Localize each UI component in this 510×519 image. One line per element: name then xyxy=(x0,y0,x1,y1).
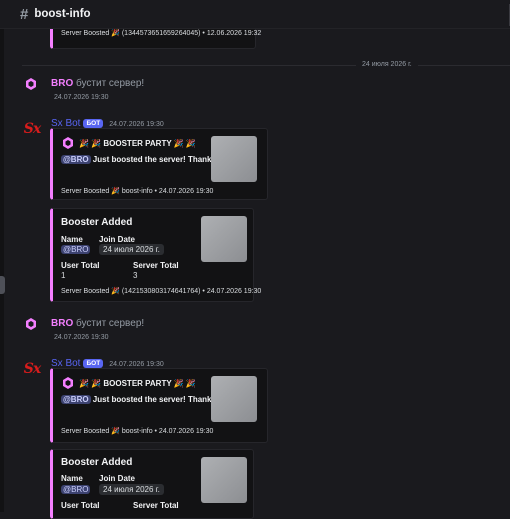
field-server-total-value: 3 xyxy=(133,271,138,280)
field-join-label: Join Date xyxy=(99,474,136,483)
bot-badge: БОТ xyxy=(83,359,104,368)
system-username[interactable]: BRO xyxy=(51,78,73,89)
embed-footer: Server Boosted 🎉 boost-info • 24.07.2026… xyxy=(61,428,214,435)
system-message: BRO бустит сервер! xyxy=(51,318,144,329)
system-username[interactable]: BRO xyxy=(51,318,73,329)
booster-party-embed: 🎉 🎉 BOOSTER PARTY 🎉 🎉 @BRO Just boosted … xyxy=(50,368,268,443)
field-name-value: @BRO xyxy=(61,485,91,494)
channel-name[interactable]: boost-info xyxy=(34,8,90,20)
booster-added-embed: Booster Added Name @BRO Join Date 24 июл… xyxy=(50,449,254,519)
sidebar-edge xyxy=(0,0,4,512)
date-divider-label: 24 июля 2026 г. xyxy=(362,61,412,68)
embed-footer: Server Boosted 🎉 (1344573651659264045) •… xyxy=(61,30,262,37)
date-chip: 24 июля 2026 г. xyxy=(99,244,164,255)
user-mention[interactable]: @BRO xyxy=(61,485,91,494)
date-chip: 24 июля 2026 г. xyxy=(99,484,164,495)
booster-party-embed: 🎉 🎉 BOOSTER PARTY 🎉 🎉 @BRO Just boosted … xyxy=(50,128,268,200)
booster-added-embed: Booster Added Name @BRO Join Date 24 июл… xyxy=(50,208,261,302)
bot-badge: БОТ xyxy=(83,119,104,128)
boost-gem-icon xyxy=(63,137,73,149)
sidebar-handle[interactable] xyxy=(0,276,5,294)
system-message: BRO бустит сервер! xyxy=(51,78,144,89)
embed-footer: Server Boosted 🎉 boost-info • 24.07.2026… xyxy=(61,188,214,195)
embed-title: Booster Added xyxy=(61,457,133,468)
field-join-value: 24 июля 2026 г. xyxy=(99,244,164,255)
embed-description: @BRO Just boosted the server! Thanks! xyxy=(61,395,219,404)
embed-title: 🎉 🎉 BOOSTER PARTY 🎉 🎉 xyxy=(79,379,196,388)
system-timestamp: 24.07.2026 19:30 xyxy=(54,94,109,101)
embed-thumbnail[interactable] xyxy=(211,376,257,422)
hash-icon: # xyxy=(20,5,29,23)
bot-timestamp: 24.07.2026 19:30 xyxy=(109,361,164,368)
field-user-total-value: 1 xyxy=(61,271,66,280)
embed-description: @BRO Just boosted the server! Thanks! xyxy=(61,155,219,164)
field-user-total-label: User Total xyxy=(61,501,100,510)
date-divider-line-right xyxy=(418,65,510,66)
field-name-label: Name xyxy=(61,474,83,483)
field-name-label: Name xyxy=(61,235,83,244)
embed-footer: Server Boosted 🎉 (1421530803174641764) •… xyxy=(61,288,262,295)
field-server-total-label: Server Total xyxy=(133,501,179,510)
boost-gem-icon xyxy=(63,377,73,389)
date-divider-line-left xyxy=(22,65,356,66)
field-join-label: Join Date xyxy=(99,235,136,244)
user-mention[interactable]: @BRO xyxy=(61,245,91,254)
user-mention[interactable]: @BRO xyxy=(61,395,91,404)
system-text: бустит сервер! xyxy=(73,318,145,329)
system-text: бустит сервер! xyxy=(73,78,145,89)
user-mention[interactable]: @BRO xyxy=(61,155,91,164)
field-join-value: 24 июля 2026 г. xyxy=(99,484,164,495)
bot-avatar[interactable]: Sx xyxy=(21,358,43,380)
bot-timestamp: 24.07.2026 19:30 xyxy=(109,121,164,128)
field-name-value: @BRO xyxy=(61,245,91,254)
embed-thumbnail[interactable] xyxy=(201,216,247,262)
embed-thumbnail[interactable] xyxy=(201,457,247,503)
embed-title: 🎉 🎉 BOOSTER PARTY 🎉 🎉 xyxy=(79,139,196,148)
channel-header: # boost-info xyxy=(0,0,510,29)
boost-gem-icon xyxy=(26,318,36,330)
field-user-total-label: User Total xyxy=(61,261,100,270)
bot-avatar[interactable]: Sx xyxy=(21,118,43,140)
embed-title: Booster Added xyxy=(61,217,133,228)
boost-gem-icon xyxy=(26,78,36,90)
embed-thumbnail[interactable] xyxy=(211,136,257,182)
system-timestamp: 24.07.2026 19:30 xyxy=(54,334,109,341)
field-server-total-label: Server Total xyxy=(133,261,179,270)
